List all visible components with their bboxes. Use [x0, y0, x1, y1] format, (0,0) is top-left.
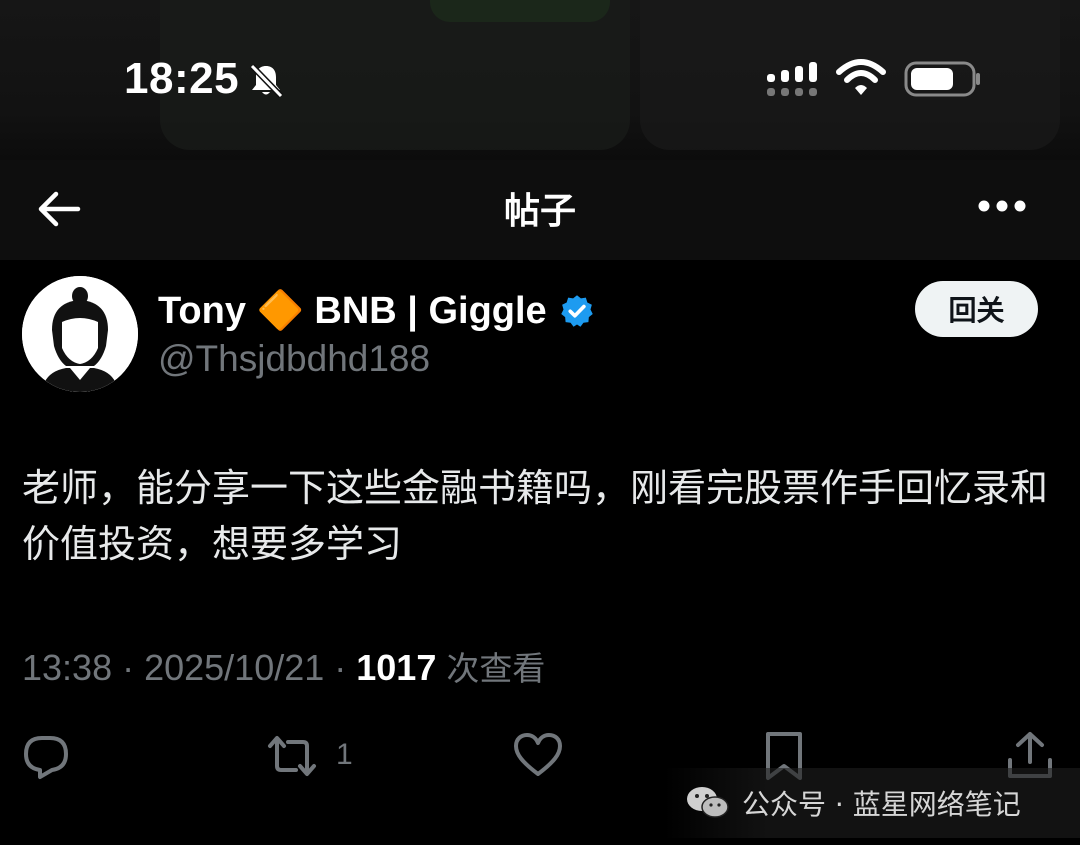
watermark: 公众号 · 蓝星网络笔记: [664, 768, 1080, 838]
tweet-text: 老师，能分享一下这些金融书籍吗，刚看完股票作手回忆录和价值投资，想要多学习: [22, 466, 1049, 566]
author-handle[interactable]: @Thsjdbdhd188: [158, 338, 430, 380]
bell-muted-icon: [249, 63, 284, 99]
status-bar-background: [430, 0, 610, 22]
view-count-label: 次查看: [446, 649, 546, 688]
signal-icon: [767, 62, 817, 96]
wifi-icon: [836, 59, 886, 95]
page-title: 帖子: [503, 191, 576, 232]
avatar[interactable]: [22, 276, 138, 392]
nav-bar: 帖子: [0, 160, 1080, 260]
wechat-icon: [687, 787, 729, 818]
avatar-image: [22, 276, 138, 392]
like-icon[interactable]: [512, 730, 564, 782]
retweet-icon[interactable]: [266, 730, 318, 782]
retweet-count: 1: [336, 738, 353, 771]
watermark-text: 公众号 · 蓝星网络笔记: [742, 788, 1021, 821]
battery-icon: [904, 61, 980, 97]
reply-icon[interactable]: [20, 730, 72, 782]
tweet-meta: 13:38 · 2025/10/21 · 1017 次查看: [22, 642, 545, 690]
status-time: 18:25: [124, 54, 240, 103]
more-icon[interactable]: [972, 186, 1032, 226]
view-count: 1017: [356, 647, 437, 688]
author-name[interactable]: Tony 🔶 BNB | Giggle: [158, 289, 547, 333]
follow-back-button[interactable]: 回关: [915, 281, 1038, 337]
author-name-row[interactable]: Tony 🔶 BNB | Giggle: [158, 286, 595, 336]
status-bar: 18:25: [0, 0, 1080, 160]
tweet-timestamp[interactable]: 13:38 · 2025/10/21 ·: [22, 647, 356, 688]
verified-badge-icon: [560, 295, 593, 327]
